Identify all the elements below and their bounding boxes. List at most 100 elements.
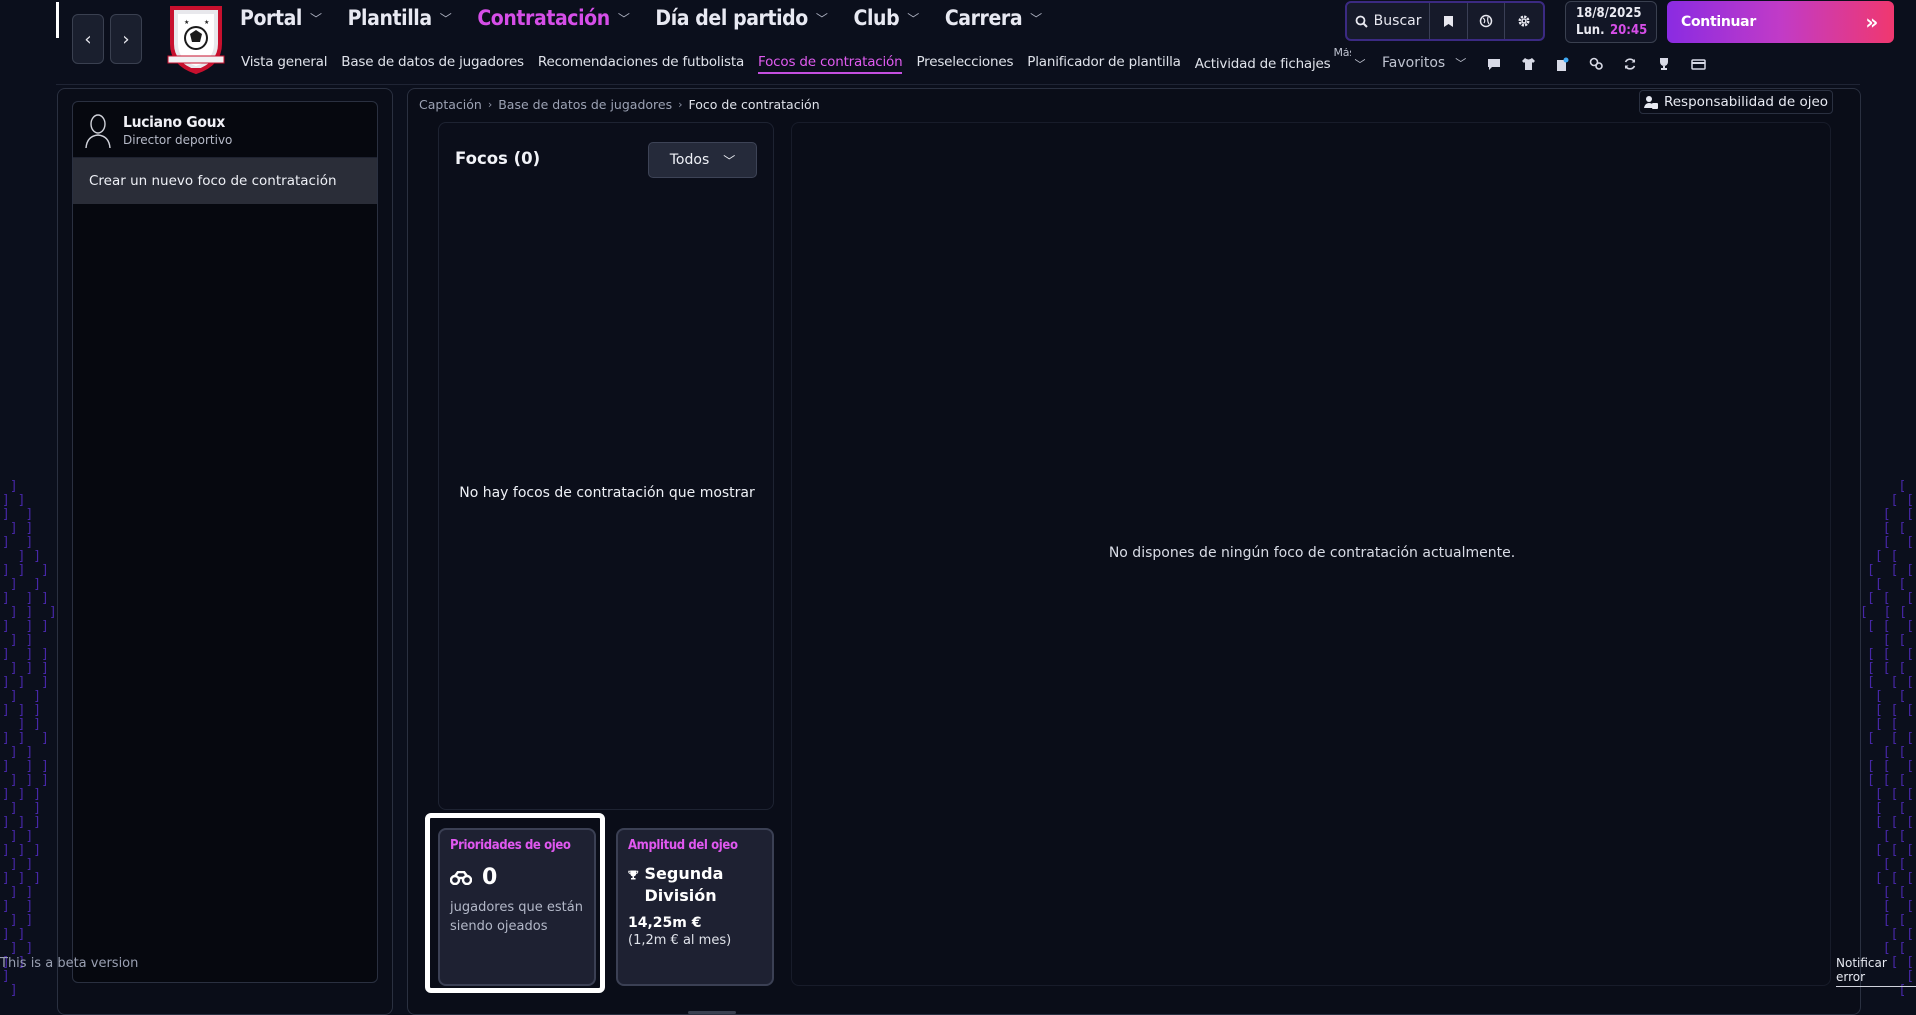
staff-assign-icon [1643, 96, 1658, 109]
continue-button[interactable]: Continuar » [1667, 1, 1894, 43]
focus-filter-dropdown[interactable]: Todos ﹀ [648, 142, 757, 178]
nav-portal[interactable]: Portal ﹀ [240, 6, 322, 30]
nav-carrera[interactable]: Carrera ﹀ [945, 6, 1042, 30]
breadcrumb-current: Foco de contratación [688, 97, 820, 112]
tab-focos-de-contratacion[interactable]: Focos de contratación [758, 54, 903, 74]
search-toolbar: Buscar [1345, 1, 1545, 41]
search-button[interactable]: Buscar [1347, 3, 1431, 39]
avatar [85, 113, 111, 148]
time-label: 20:45 [1610, 23, 1648, 38]
binoculars-icon [450, 870, 472, 885]
staff-name: Luciano Goux [123, 112, 225, 131]
chevron-right-icon: › [487, 98, 493, 111]
forward-button[interactable]: › [110, 14, 142, 64]
shirt-icon[interactable] [1519, 55, 1537, 73]
settings-button[interactable] [1505, 3, 1543, 39]
chevron-right-icon: › [122, 28, 130, 50]
club-crest-icon[interactable]: ★ ★ [164, 4, 228, 76]
chevron-down-icon: ﹀ [617, 11, 630, 26]
tab-actividad-de-fichajes[interactable]: Actividad de fichajes [1195, 56, 1331, 72]
priorities-title: Prioridades de ojeo [450, 838, 571, 853]
beta-note: This is a beta version [0, 956, 139, 971]
chevron-down-icon: ﹀ [815, 11, 828, 26]
globe-icon [1479, 14, 1493, 28]
background-pattern-right: [ [ [[ [[ [ [ [[ [ [ [ [[ [ [ [ [[ [ [ [… [1860, 479, 1915, 998]
staff-role: Director deportivo [123, 132, 233, 147]
scouted-caption: jugadores que están siendo ojeados [450, 900, 583, 934]
responsibility-label: Responsabilidad de ojeo [1663, 94, 1829, 110]
scouting-monthly-budget: (1,2m € al mes) [628, 933, 732, 948]
nav-contratacion[interactable]: Contratación ﹀ [477, 6, 629, 30]
scroll-indicator[interactable] [688, 1011, 736, 1014]
tab-vista-general[interactable]: Vista general [241, 54, 327, 74]
weekday-label: Lun. [1576, 23, 1605, 38]
more-label: Más [1333, 48, 1351, 59]
report-bug-link[interactable]: Notificar error [1836, 956, 1916, 987]
finances-icon[interactable] [1689, 55, 1707, 73]
trophy-icon [628, 870, 639, 880]
scouted-count: 0 [482, 865, 498, 890]
breadcrumb-item[interactable]: Base de datos de jugadores [498, 97, 672, 112]
search-icon [1355, 15, 1368, 28]
continue-label: Continuar [1681, 14, 1756, 30]
focus-list-panel: Focos (0) Todos ﹀ No hay focos de contra… [438, 122, 774, 810]
chevron-down-icon: ﹀ [310, 11, 322, 26]
create-focus-button[interactable]: Crear un nuevo foco de contratación [73, 158, 377, 204]
scouting-responsibility-button[interactable]: Responsabilidad de ojeo [1639, 90, 1833, 114]
bookmark-button[interactable] [1430, 3, 1468, 39]
empty-detail-message: No dispones de ningún foco de contrataci… [1108, 545, 1516, 561]
more-tabs-menu[interactable]: Actividad de fichajes Más ﹀ [1195, 48, 1366, 74]
chevron-down-icon: ﹀ [1354, 58, 1366, 71]
chevron-down-icon: ﹀ [907, 11, 919, 26]
inbox-icon[interactable] [1485, 55, 1503, 73]
window-marker [56, 2, 59, 38]
quick-tools [1485, 55, 1707, 73]
svg-text:★: ★ [184, 19, 189, 26]
bookmark-icon [1443, 15, 1453, 27]
double-chevron-right-icon: » [1865, 10, 1878, 34]
date-label: 18/8/2025 [1576, 6, 1642, 21]
back-button[interactable]: ‹ [72, 14, 104, 64]
scouting-sidebar: Luciano Goux Director deportivo Crear un… [57, 88, 393, 1015]
chevron-right-icon: › [678, 98, 683, 111]
scouting-range-card[interactable]: Amplitud del ojeo Segunda División 14,25… [616, 828, 774, 986]
game-date[interactable]: 18/8/2025 Lun. 20:45 [1565, 1, 1657, 43]
tab-planificador[interactable]: Planificador de plantilla [1027, 54, 1181, 74]
scouting-budget: 14,25m € [628, 915, 702, 931]
breadcrumb: Captación › Base de datos de jugadores ›… [419, 97, 820, 112]
chevron-down-icon: ﹀ [439, 11, 452, 26]
range-title: Amplitud del ojeo [628, 838, 738, 853]
svg-text:★: ★ [204, 19, 209, 26]
gear-icon [1518, 15, 1530, 27]
sub-navigation: Vista general Base de datos de jugadores… [241, 48, 1366, 74]
trophy-icon[interactable] [1655, 55, 1673, 73]
nav-plantilla[interactable]: Plantilla ﹀ [348, 6, 452, 30]
favorites-label: Favoritos [1382, 55, 1446, 71]
globe-button[interactable] [1468, 3, 1506, 39]
tab-base-de-datos[interactable]: Base de datos de jugadores [341, 54, 524, 74]
empty-focus-list-message: No hay focos de contratación que mostrar [459, 485, 755, 501]
focus-list-title: Focos (0) [455, 149, 541, 168]
filter-value: Todos [669, 152, 710, 168]
notes-icon[interactable] [1553, 55, 1571, 73]
tab-preselecciones[interactable]: Preselecciones [916, 54, 1013, 74]
breadcrumb-item[interactable]: Captación [419, 97, 482, 112]
sync-icon[interactable] [1621, 55, 1639, 73]
focus-detail-panel: No dispones de ningún foco de contrataci… [791, 122, 1831, 986]
chevron-down-icon: ﹀ [1030, 11, 1042, 26]
chevron-down-icon: ﹀ [723, 153, 736, 168]
scout-search-icon[interactable] [1587, 55, 1605, 73]
background-pattern-left: ]] ]] ] ] ]] ] ] ]] ] ] ] ]] ] ] ] ] ]] … [2, 479, 57, 998]
nav-dia-del-partido[interactable]: Día del partido ﹀ [655, 6, 827, 30]
chevron-down-icon: ﹀ [1455, 57, 1467, 70]
nav-club[interactable]: Club ﹀ [854, 6, 920, 30]
chevron-left-icon: ‹ [84, 28, 92, 50]
scouting-division: Segunda División [644, 864, 724, 905]
favorites-dropdown[interactable]: Favoritos ﹀ [1382, 55, 1466, 71]
sidebar-content: Luciano Goux Director deportivo Crear un… [72, 101, 378, 983]
tab-recomendaciones[interactable]: Recomendaciones de futbolista [538, 54, 744, 74]
scouting-priorities-card[interactable]: Prioridades de ojeo 0 jugadores que está… [438, 828, 596, 986]
main-panel: Captación › Base de datos de jugadores ›… [407, 88, 1861, 1015]
top-bar: ‹ › ★ ★ Portal ﹀ Plantilla ﹀ Contratación ﹀… [56, 0, 1894, 84]
staff-profile[interactable]: Luciano Goux Director deportivo [73, 102, 377, 158]
